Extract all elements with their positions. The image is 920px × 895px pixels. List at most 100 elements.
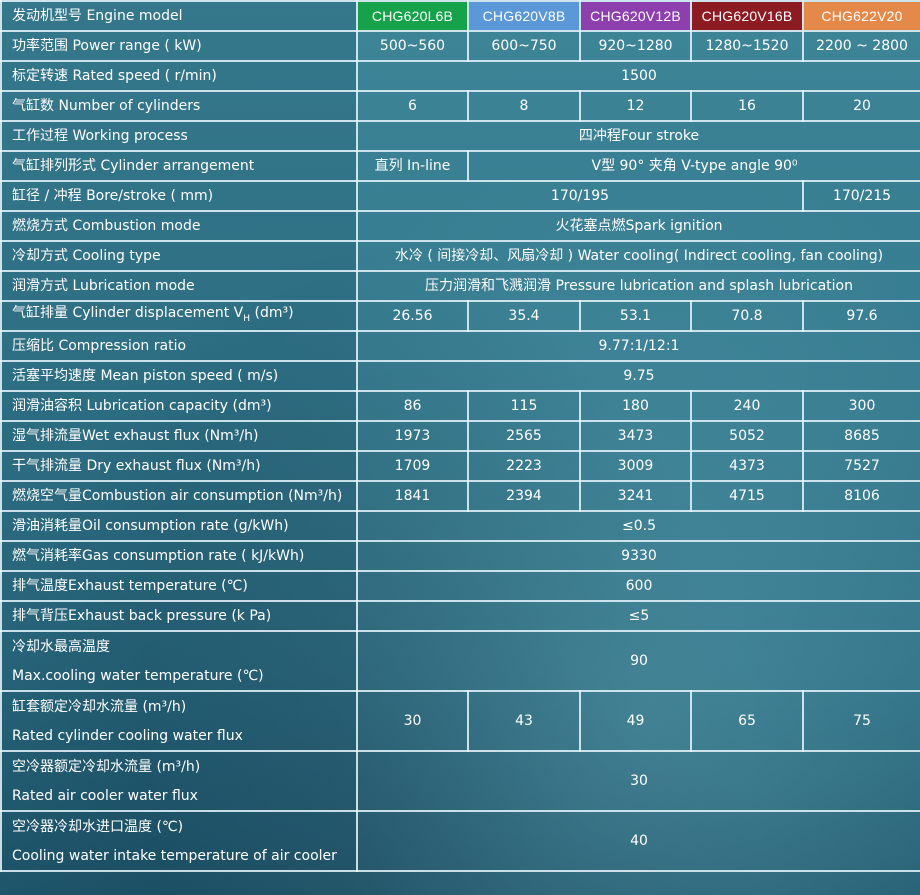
lubrication-capacity-value: 86 — [356, 390, 469, 422]
lubrication-mode-value: 压力润滑和飞溅润滑 Pressure lubrication and splas… — [356, 270, 920, 302]
dry-exhaust-value: 2223 — [467, 450, 581, 482]
cylinders-label: 气缸数 Number of cylinders — [0, 90, 358, 122]
displacement-value: 53.1 — [579, 300, 692, 332]
cyl-water-flux-value: 75 — [802, 690, 920, 752]
cyl-water-flux-label-en: Rated cylinder cooling water flux — [12, 727, 243, 744]
cylinders-value: 6 — [356, 90, 469, 122]
air-consumption-value: 8106 — [802, 480, 920, 512]
row-exhaust-back-pressure: 排气背压Exhaust back pressure (k Pa) ≤5 — [0, 600, 920, 632]
power-range-label: 功率范围 Power range ( kW) — [0, 30, 358, 62]
row-cooling-type: 冷却方式 Cooling type 水冷 ( 间接冷却、风扇冷却 ) Water… — [0, 240, 920, 272]
cylinders-value: 20 — [802, 90, 920, 122]
dry-exhaust-value: 7527 — [802, 450, 920, 482]
model-header-3: CHG620V12B — [579, 0, 692, 32]
air-cooler-temp-label: 空冷器冷却水进口温度 (℃) Cooling water intake temp… — [0, 810, 358, 872]
engine-spec-table: 发动机型号 Engine model CHG620L6B CHG620V8B C… — [0, 0, 920, 872]
row-bore-stroke: 缸径 / 冲程 Bore/stroke ( mm) 170/195 170/21… — [0, 180, 920, 212]
compression-ratio-value: 9.77:1/12:1 — [356, 330, 920, 362]
arrangement-inline-value: 直列 In-line — [356, 150, 469, 182]
lubrication-capacity-value: 300 — [802, 390, 920, 422]
row-cylinder-water-flux: 缸套额定冷却水流量 (m³/h) Rated cylinder cooling … — [0, 690, 920, 752]
air-consumption-value: 2394 — [467, 480, 581, 512]
row-rated-speed: 标定转速 Rated speed ( r/min) 1500 — [0, 60, 920, 92]
row-cylinders: 气缸数 Number of cylinders 6 8 12 16 20 — [0, 90, 920, 122]
displacement-label: 气缸排量 Cylinder displacement VH (dm³) — [0, 300, 358, 332]
row-air-cooler-intake-temperature: 空冷器冷却水进口温度 (℃) Cooling water intake temp… — [0, 810, 920, 872]
dry-exhaust-value: 4373 — [690, 450, 804, 482]
piston-speed-value: 9.75 — [356, 360, 920, 392]
row-exhaust-temperature: 排气温度Exhaust temperature (℃) 600 — [0, 570, 920, 602]
dry-exhaust-label: 干气排流量 Dry exhaust flux (Nm³/h) — [0, 450, 358, 482]
bore-stroke-value: 170/195 — [356, 180, 804, 212]
lubrication-capacity-value: 240 — [690, 390, 804, 422]
model-header-5: CHG622V20 — [802, 0, 920, 32]
max-water-temp-label-en: Max.cooling water temperature (℃) — [12, 667, 264, 684]
row-oil-consumption: 滑油消耗量Oil consumption rate (g/kWh) ≤0.5 — [0, 510, 920, 542]
air-consumption-value: 1841 — [356, 480, 469, 512]
air-cooler-flux-label-cn: 空冷器额定冷却水流量 (m³/h) — [12, 758, 201, 775]
air-cooler-temp-value: 40 — [356, 810, 920, 872]
rated-speed-value: 1500 — [356, 60, 920, 92]
max-water-temp-value: 90 — [356, 630, 920, 692]
row-combustion-mode: 燃烧方式 Combustion mode 火花塞点燃Spark ignition — [0, 210, 920, 242]
back-pressure-value: ≤5 — [356, 600, 920, 632]
displacement-value: 35.4 — [467, 300, 581, 332]
working-process-value: 四冲程Four stroke — [356, 120, 920, 152]
cyl-water-flux-value: 49 — [579, 690, 692, 752]
wet-exhaust-value: 3473 — [579, 420, 692, 452]
model-header-1: CHG620L6B — [356, 0, 469, 32]
gas-consumption-value: 9330 — [356, 540, 920, 572]
air-consumption-value: 3241 — [579, 480, 692, 512]
model-header-4: CHG620V16B — [690, 0, 804, 32]
wet-exhaust-value: 5052 — [690, 420, 804, 452]
power-range-value: 500~560 — [356, 30, 469, 62]
row-piston-speed: 活塞平均速度 Mean piston speed ( m/s) 9.75 — [0, 360, 920, 392]
lubrication-mode-label: 润滑方式 Lubrication mode — [0, 270, 358, 302]
cooling-type-label: 冷却方式 Cooling type — [0, 240, 358, 272]
air-cooler-temp-label-cn: 空冷器冷却水进口温度 (℃) — [12, 818, 184, 835]
row-power-range: 功率范围 Power range ( kW) 500~560 600~750 9… — [0, 30, 920, 62]
exhaust-temperature-label: 排气温度Exhaust temperature (℃) — [0, 570, 358, 602]
row-wet-exhaust: 湿气排流量Wet exhaust flux (Nm³/h) 1973 2565 … — [0, 420, 920, 452]
displacement-label-prefix: 气缸排量 Cylinder displacement V — [12, 305, 244, 322]
cooling-type-value: 水冷 ( 间接冷却、风扇冷却 ) Water cooling( Indirect… — [356, 240, 920, 272]
cyl-water-flux-label: 缸套额定冷却水流量 (m³/h) Rated cylinder cooling … — [0, 690, 358, 752]
max-water-temp-label-cn: 冷却水最高温度 — [12, 638, 110, 655]
cyl-water-flux-value: 30 — [356, 690, 469, 752]
dry-exhaust-value: 3009 — [579, 450, 692, 482]
cylinders-value: 8 — [467, 90, 581, 122]
row-displacement: 气缸排量 Cylinder displacement VH (dm³) 26.5… — [0, 300, 920, 332]
combustion-mode-value: 火花塞点燃Spark ignition — [356, 210, 920, 242]
compression-ratio-label: 压缩比 Compression ratio — [0, 330, 358, 362]
displacement-value: 97.6 — [802, 300, 920, 332]
row-dry-exhaust: 干气排流量 Dry exhaust flux (Nm³/h) 1709 2223… — [0, 450, 920, 482]
row-engine-model: 发动机型号 Engine model CHG620L6B CHG620V8B C… — [0, 0, 920, 32]
cylinders-value: 16 — [690, 90, 804, 122]
row-air-cooler-water-flux: 空冷器额定冷却水流量 (m³/h) Rated air cooler water… — [0, 750, 920, 812]
wet-exhaust-value: 1973 — [356, 420, 469, 452]
cylinders-value: 12 — [579, 90, 692, 122]
row-cylinder-arrangement: 气缸排列形式 Cylinder arrangement 直列 In-line V… — [0, 150, 920, 182]
power-range-value: 2200 ~ 2800 — [802, 30, 920, 62]
row-compression-ratio: 压缩比 Compression ratio 9.77:1/12:1 — [0, 330, 920, 362]
power-range-value: 1280~1520 — [690, 30, 804, 62]
row-air-consumption: 燃烧空气量Combustion air consumption (Nm³/h) … — [0, 480, 920, 512]
combustion-mode-label: 燃烧方式 Combustion mode — [0, 210, 358, 242]
wet-exhaust-value: 8685 — [802, 420, 920, 452]
back-pressure-label: 排气背压Exhaust back pressure (k Pa) — [0, 600, 358, 632]
row-lubrication-capacity: 润滑油容积 Lubrication capacity (dm³) 86 115 … — [0, 390, 920, 422]
gas-consumption-label: 燃气消耗率Gas consumption rate ( kJ/kWh) — [0, 540, 358, 572]
air-cooler-flux-value: 30 — [356, 750, 920, 812]
displacement-label-suffix: (dm³) — [250, 305, 294, 322]
row-max-water-temperature: 冷却水最高温度 Max.cooling water temperature (℃… — [0, 630, 920, 692]
max-water-temp-label: 冷却水最高温度 Max.cooling water temperature (℃… — [0, 630, 358, 692]
piston-speed-label: 活塞平均速度 Mean piston speed ( m/s) — [0, 360, 358, 392]
rated-speed-label: 标定转速 Rated speed ( r/min) — [0, 60, 358, 92]
displacement-label-sub: H — [243, 313, 251, 324]
arrangement-vtype-value: V型 90° 夹角 V-type angle 90⁰ — [467, 150, 920, 182]
lubrication-capacity-value: 115 — [467, 390, 581, 422]
exhaust-temperature-value: 600 — [356, 570, 920, 602]
wet-exhaust-value: 2565 — [467, 420, 581, 452]
row-lubrication-mode: 润滑方式 Lubrication mode 压力润滑和飞溅润滑 Pressure… — [0, 270, 920, 302]
bore-stroke-label: 缸径 / 冲程 Bore/stroke ( mm) — [0, 180, 358, 212]
